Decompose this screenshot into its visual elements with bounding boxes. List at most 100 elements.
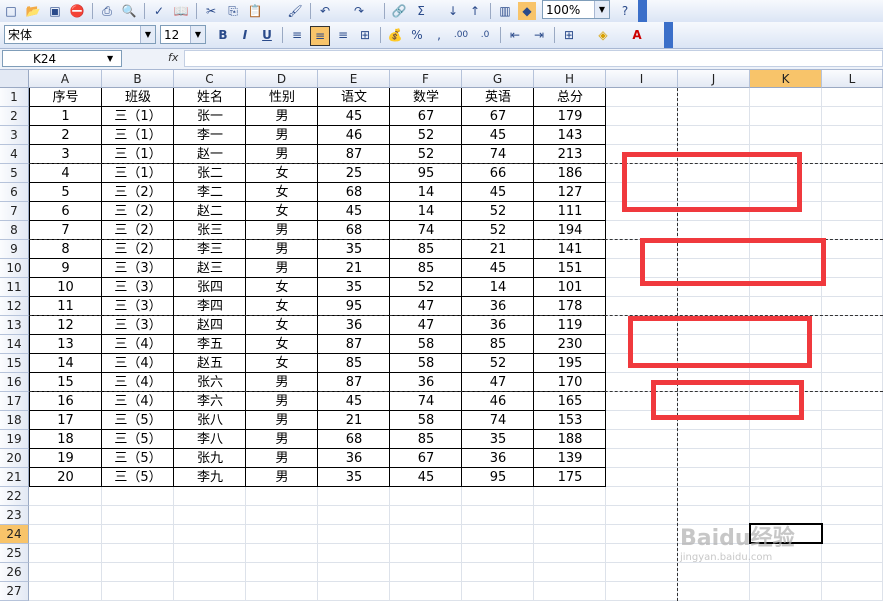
table-cell[interactable]: 35	[462, 430, 534, 449]
row-header[interactable]: 5	[0, 164, 29, 183]
table-cell[interactable]: 女	[246, 278, 318, 297]
table-cell[interactable]: 赵五	[174, 354, 246, 373]
table-header-cell[interactable]: 总分	[534, 88, 606, 107]
table-cell[interactable]: 男	[246, 126, 318, 145]
table-cell[interactable]: 李九	[174, 468, 246, 487]
table-cell[interactable]: 5	[29, 183, 102, 202]
table-cell[interactable]: 52	[390, 145, 462, 164]
table-cell[interactable]: 张四	[174, 278, 246, 297]
toolbar-grip[interactable]	[638, 0, 647, 22]
table-cell[interactable]: 21	[318, 411, 390, 430]
column-header[interactable]: J	[678, 70, 750, 88]
table-cell[interactable]: 三（5）	[102, 468, 174, 487]
table-header-cell[interactable]: 性别	[246, 88, 318, 107]
table-cell[interactable]: 女	[246, 354, 318, 373]
row-header[interactable]: 8	[0, 221, 29, 240]
column-header[interactable]: B	[102, 70, 174, 88]
column-header[interactable]: H	[534, 70, 606, 88]
table-header-cell[interactable]: 英语	[462, 88, 534, 107]
currency-icon[interactable]: 💰	[386, 26, 404, 44]
table-cell[interactable]: 女	[246, 316, 318, 335]
table-cell[interactable]: 36	[462, 297, 534, 316]
table-cell[interactable]: 男	[246, 430, 318, 449]
print-icon[interactable]: ⎙	[98, 2, 116, 20]
table-cell[interactable]: 36	[318, 316, 390, 335]
table-cell[interactable]: 李四	[174, 297, 246, 316]
table-cell[interactable]: 74	[390, 221, 462, 240]
table-cell[interactable]: 67	[462, 107, 534, 126]
table-cell[interactable]: 三（1）	[102, 164, 174, 183]
table-cell[interactable]: 13	[29, 335, 102, 354]
table-cell[interactable]: 165	[534, 392, 606, 411]
table-cell[interactable]: 男	[246, 107, 318, 126]
table-cell[interactable]: 张一	[174, 107, 246, 126]
table-cell[interactable]: 三（3）	[102, 259, 174, 278]
decrease-decimal-icon[interactable]: .0	[476, 26, 494, 44]
row-header[interactable]: 21	[0, 468, 29, 487]
drawing-icon[interactable]: ◆	[518, 2, 536, 20]
row-header[interactable]: 1	[0, 88, 29, 107]
table-cell[interactable]: 35	[318, 468, 390, 487]
table-cell[interactable]: 95	[318, 297, 390, 316]
column-header[interactable]: A	[29, 70, 102, 88]
table-cell[interactable]: 58	[390, 335, 462, 354]
chart-wizard-icon[interactable]: ▥	[496, 2, 514, 20]
table-cell[interactable]: 52	[462, 202, 534, 221]
table-cell[interactable]: 14	[390, 202, 462, 221]
table-cell[interactable]: 14	[462, 278, 534, 297]
column-header[interactable]: C	[174, 70, 246, 88]
format-painter-icon[interactable]: 🖌	[286, 2, 304, 20]
increase-decimal-icon[interactable]: .00	[452, 26, 470, 44]
table-cell[interactable]: 赵二	[174, 202, 246, 221]
font-size-select[interactable]: 12 ▼	[160, 25, 206, 44]
column-header[interactable]: D	[246, 70, 318, 88]
table-cell[interactable]: 52	[390, 278, 462, 297]
table-cell[interactable]: 17	[29, 411, 102, 430]
table-cell[interactable]: 195	[534, 354, 606, 373]
table-cell[interactable]: 4	[29, 164, 102, 183]
comma-button[interactable]: ,	[430, 26, 448, 44]
table-cell[interactable]: 139	[534, 449, 606, 468]
table-cell[interactable]: 45	[318, 107, 390, 126]
table-cell[interactable]: 9	[29, 259, 102, 278]
research-icon[interactable]: 📖	[172, 2, 190, 20]
table-cell[interactable]: 25	[318, 164, 390, 183]
table-cell[interactable]: 三（4）	[102, 354, 174, 373]
table-cell[interactable]: 46	[318, 126, 390, 145]
table-cell[interactable]: 143	[534, 126, 606, 145]
table-cell[interactable]: 1	[29, 107, 102, 126]
table-cell[interactable]: 男	[246, 392, 318, 411]
align-right-icon[interactable]: ≡	[334, 26, 352, 44]
table-cell[interactable]: 52	[390, 126, 462, 145]
table-cell[interactable]: 14	[390, 183, 462, 202]
increase-indent-icon[interactable]: ⇥	[530, 26, 548, 44]
table-cell[interactable]: 张三	[174, 221, 246, 240]
permission-icon[interactable]: ⛔	[68, 2, 86, 20]
borders-icon[interactable]: ⊞	[560, 26, 578, 44]
row-header[interactable]: 6	[0, 183, 29, 202]
chevron-down-icon[interactable]: ▼	[594, 1, 609, 18]
help-icon[interactable]: ?	[616, 2, 634, 20]
table-cell[interactable]: 三（1）	[102, 145, 174, 164]
table-header-cell[interactable]: 语文	[318, 88, 390, 107]
table-cell[interactable]: 三（3）	[102, 297, 174, 316]
formula-input[interactable]	[184, 50, 883, 67]
row-header[interactable]: 26	[0, 563, 29, 582]
redo-icon[interactable]: ↷	[350, 2, 368, 20]
table-cell[interactable]: 95	[390, 164, 462, 183]
table-cell[interactable]: 16	[29, 392, 102, 411]
table-cell[interactable]: 三（2）	[102, 240, 174, 259]
table-cell[interactable]: 三（2）	[102, 202, 174, 221]
table-cell[interactable]: 68	[318, 183, 390, 202]
chevron-down-icon[interactable]: ▼	[190, 26, 205, 43]
table-cell[interactable]: 张六	[174, 373, 246, 392]
table-cell[interactable]: 67	[390, 107, 462, 126]
row-header[interactable]: 12	[0, 297, 29, 316]
table-cell[interactable]: 85	[390, 259, 462, 278]
table-cell[interactable]: 三（1）	[102, 126, 174, 145]
table-cell[interactable]: 张二	[174, 164, 246, 183]
open-folder-icon[interactable]: 📂	[24, 2, 42, 20]
row-header[interactable]: 16	[0, 373, 29, 392]
table-cell[interactable]: 三（2）	[102, 221, 174, 240]
table-cell[interactable]: 213	[534, 145, 606, 164]
